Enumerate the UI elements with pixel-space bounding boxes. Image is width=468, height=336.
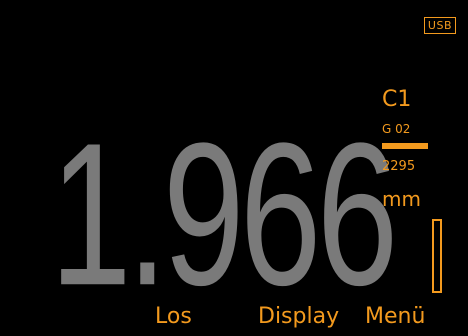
level-gauge [432, 219, 442, 293]
menu-softkey[interactable]: Menü [365, 304, 425, 330]
usb-status-badge: USB [423, 17, 456, 34]
measurement-value: 1.966 [50, 100, 398, 328]
group-label: G 02 [382, 122, 411, 136]
measurement-count: 2295 [382, 159, 416, 174]
display-softkey[interactable]: Display [258, 304, 339, 330]
start-softkey[interactable]: Los [155, 304, 192, 330]
side-panel: C1 G 02 2295 mm [382, 88, 442, 210]
device-screen: USB 1.966 C1 G 02 2295 mm Los Display Me… [0, 0, 468, 336]
group-indicator-bar [382, 143, 428, 149]
unit-label: mm [382, 187, 421, 211]
channel-label: C1 [382, 87, 412, 112]
softkey-bar: Los Display Menü [0, 300, 468, 336]
